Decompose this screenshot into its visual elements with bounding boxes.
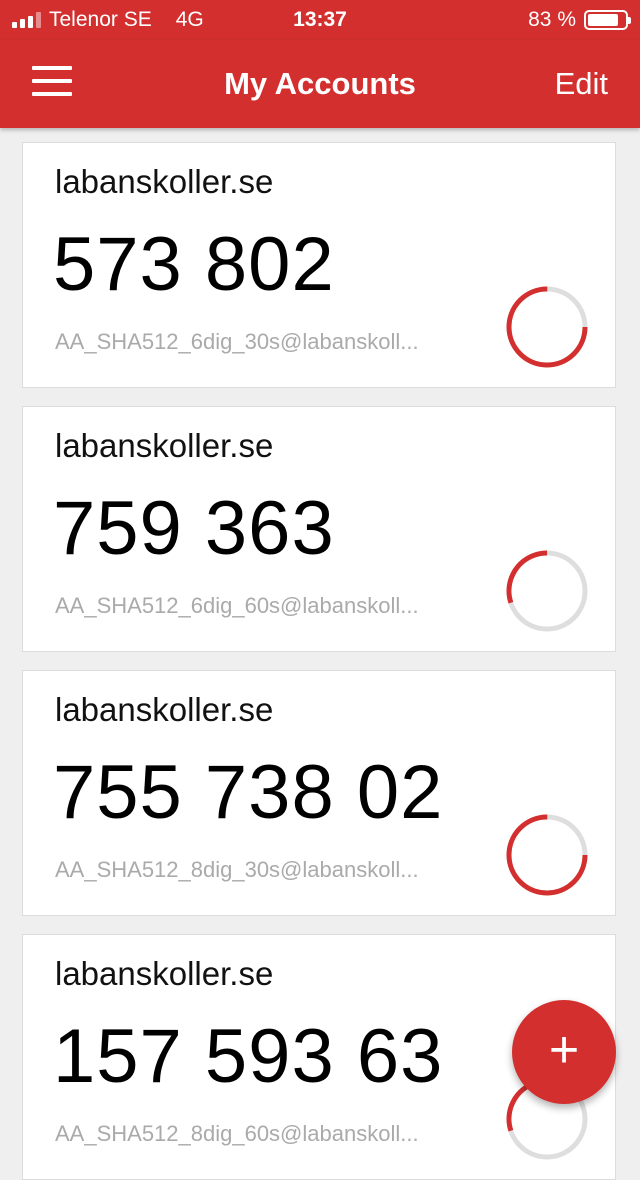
- account-card[interactable]: labanskoller.se 755 738 02 AA_SHA512_8di…: [22, 670, 616, 916]
- battery-level: [588, 14, 618, 26]
- timer-progress: [506, 550, 588, 632]
- app-header: My Accounts Edit: [0, 40, 640, 128]
- edit-button[interactable]: Edit: [555, 66, 608, 102]
- account-card[interactable]: labanskoller.se 759 363 AA_SHA512_6dig_6…: [22, 406, 616, 652]
- countdown-timer-icon: [506, 814, 588, 896]
- status-right: 83 %: [528, 8, 631, 32]
- account-issuer: labanskoller.se: [55, 427, 274, 464]
- otp-code[interactable]: 755 738 02: [53, 749, 443, 836]
- account-issuer: labanskoller.se: [55, 691, 274, 728]
- account-card[interactable]: labanskoller.se 573 802 AA_SHA512_6dig_3…: [22, 142, 616, 388]
- account-label: AA_SHA512_8dig_60s@labanskoll...: [55, 1121, 419, 1146]
- account-issuer: labanskoller.se: [55, 955, 274, 992]
- account-label: AA_SHA512_6dig_60s@labanskoll...: [55, 593, 419, 618]
- battery-percent: 83 %: [528, 8, 576, 31]
- account-label: AA_SHA512_8dig_30s@labanskoll...: [55, 857, 419, 882]
- otp-code[interactable]: 157 593 63: [53, 1013, 443, 1100]
- otp-code[interactable]: 573 802: [53, 221, 335, 308]
- account-label: AA_SHA512_6dig_30s@labanskoll...: [55, 329, 419, 354]
- countdown-timer-icon: [506, 286, 588, 368]
- add-account-button[interactable]: +: [512, 1000, 616, 1104]
- page-title: My Accounts: [224, 66, 416, 101]
- countdown-timer-icon: [506, 550, 588, 632]
- otp-code[interactable]: 759 363: [53, 485, 335, 572]
- plus-icon: +: [548, 1021, 580, 1079]
- battery-icon: [584, 10, 631, 30]
- status-bar: Telenor SE 4G 13:37 83 %: [0, 0, 640, 40]
- account-issuer: labanskoller.se: [55, 163, 274, 200]
